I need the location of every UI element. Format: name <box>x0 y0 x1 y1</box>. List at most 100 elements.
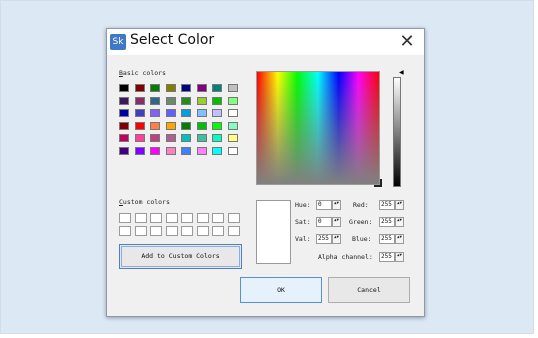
hue-label: Hue: <box>295 201 311 209</box>
basic-color-swatch[interactable] <box>150 134 160 142</box>
val-spin-arrows-icon[interactable]: ▲▼ <box>332 234 341 244</box>
luminance-arrow-icon[interactable]: ◀ <box>399 69 404 76</box>
basic-color-swatch[interactable] <box>181 146 191 155</box>
alpha-label: Alpha channel: <box>318 253 373 261</box>
basic-color-swatch[interactable] <box>134 146 145 155</box>
close-icon[interactable]: ✕ <box>397 32 417 52</box>
dialog-title: Select Color <box>130 32 215 48</box>
custom-colors-label-text: ustom colors <box>122 198 170 206</box>
basic-color-swatch[interactable] <box>227 109 238 117</box>
custom-color-cell[interactable] <box>212 226 224 236</box>
custom-color-cell[interactable] <box>134 213 147 223</box>
custom-color-cell[interactable] <box>150 226 162 236</box>
basic-color-swatch[interactable] <box>165 134 176 142</box>
custom-color-cell[interactable] <box>119 226 131 236</box>
basic-color-swatch[interactable] <box>119 96 129 105</box>
custom-color-cell[interactable] <box>150 213 162 223</box>
basic-color-swatch[interactable] <box>150 96 160 105</box>
basic-color-swatch[interactable] <box>150 109 160 117</box>
alpha-input[interactable]: 255 <box>379 252 395 262</box>
custom-color-cell[interactable] <box>181 226 193 236</box>
basic-color-swatch[interactable] <box>150 121 160 130</box>
cancel-button[interactable]: Cancel <box>328 277 410 303</box>
basic-color-swatch[interactable] <box>181 84 191 92</box>
red-label: Red: <box>353 201 369 209</box>
basic-color-swatch[interactable] <box>134 109 145 117</box>
basic-color-swatch[interactable] <box>227 134 238 142</box>
val-input[interactable]: 255 <box>316 234 332 244</box>
basic-color-swatch[interactable] <box>134 84 145 92</box>
basic-color-swatch[interactable] <box>134 134 145 142</box>
basic-color-swatch[interactable] <box>119 109 129 117</box>
custom-color-cell[interactable] <box>212 213 224 223</box>
color-preview <box>256 200 291 264</box>
basic-color-swatch[interactable] <box>119 134 129 142</box>
title-bar: Sk Select Color ✕ <box>107 29 424 55</box>
red-spin-arrows-icon[interactable]: ▲▼ <box>395 200 404 210</box>
basic-color-swatch[interactable] <box>227 121 238 130</box>
select-color-dialog: Sk Select Color ✕ Basic colors Custom co… <box>106 28 425 317</box>
basic-color-swatch[interactable] <box>165 121 176 130</box>
sat-input[interactable]: 0 <box>316 217 332 227</box>
custom-color-cell[interactable] <box>196 213 209 223</box>
add-to-custom-colors-button[interactable]: Add to Custom Colors <box>119 244 242 269</box>
custom-colors-label: Custom colors <box>119 198 170 206</box>
green-label: Green: <box>349 218 373 226</box>
custom-color-cell[interactable] <box>119 213 131 223</box>
basic-color-swatch[interactable] <box>150 84 160 92</box>
red-input[interactable]: 255 <box>379 200 395 210</box>
basic-color-swatch[interactable] <box>119 84 129 92</box>
hue-spin-arrows-icon[interactable]: ▲▼ <box>332 200 341 210</box>
spectrum-crosshair[interactable] <box>374 179 382 187</box>
basic-color-swatch[interactable] <box>227 96 238 105</box>
basic-color-swatch[interactable] <box>196 84 207 92</box>
basic-color-swatch[interactable] <box>196 121 207 130</box>
custom-color-cell[interactable] <box>227 226 240 236</box>
sat-label: Sat: <box>295 218 311 226</box>
basic-color-swatch[interactable] <box>181 96 191 105</box>
basic-color-swatch[interactable] <box>134 96 145 105</box>
basic-color-swatch[interactable] <box>196 134 207 142</box>
custom-color-cell[interactable] <box>165 226 178 236</box>
basic-color-swatch[interactable] <box>212 84 222 92</box>
basic-color-swatch[interactable] <box>212 96 222 105</box>
basic-color-swatch[interactable] <box>227 84 238 92</box>
custom-color-cell[interactable] <box>134 226 147 236</box>
basic-color-swatch[interactable] <box>165 96 176 105</box>
blue-input[interactable]: 255 <box>379 234 395 244</box>
basic-color-swatch[interactable] <box>196 146 207 155</box>
custom-color-cell[interactable] <box>227 213 240 223</box>
color-spectrum[interactable] <box>256 71 380 185</box>
basic-color-swatch[interactable] <box>212 109 222 117</box>
basic-color-swatch[interactable] <box>119 146 129 155</box>
basic-color-swatch[interactable] <box>196 109 207 117</box>
green-spin-arrows-icon[interactable]: ▲▼ <box>395 217 404 227</box>
basic-color-swatch[interactable] <box>150 146 160 155</box>
basic-color-swatch[interactable] <box>181 121 191 130</box>
custom-color-cell[interactable] <box>196 226 209 236</box>
custom-color-cell[interactable] <box>165 213 178 223</box>
val-label: Val: <box>295 235 311 243</box>
sat-spin-arrows-icon[interactable]: ▲▼ <box>332 217 341 227</box>
basic-colors-label-text: asic colors <box>122 69 166 77</box>
basic-color-swatch[interactable] <box>181 109 191 117</box>
custom-color-cell[interactable] <box>181 213 193 223</box>
ok-button[interactable]: OK <box>240 277 322 303</box>
app-icon: Sk <box>110 34 126 50</box>
luminance-slider[interactable] <box>393 77 401 187</box>
basic-color-swatch[interactable] <box>165 146 176 155</box>
blue-spin-arrows-icon[interactable]: ▲▼ <box>395 234 404 244</box>
green-input[interactable]: 255 <box>379 217 395 227</box>
basic-color-swatch[interactable] <box>212 121 222 130</box>
alpha-spin-arrows-icon[interactable]: ▲▼ <box>395 252 404 262</box>
basic-color-swatch[interactable] <box>181 134 191 142</box>
basic-color-swatch[interactable] <box>227 146 238 155</box>
basic-color-swatch[interactable] <box>212 134 222 142</box>
basic-color-swatch[interactable] <box>119 121 129 130</box>
hue-input[interactable]: 0 <box>316 200 332 210</box>
basic-color-swatch[interactable] <box>212 146 222 155</box>
basic-color-swatch[interactable] <box>134 121 145 130</box>
basic-color-swatch[interactable] <box>196 96 207 105</box>
basic-color-swatch[interactable] <box>165 109 176 117</box>
basic-color-swatch[interactable] <box>165 84 176 92</box>
